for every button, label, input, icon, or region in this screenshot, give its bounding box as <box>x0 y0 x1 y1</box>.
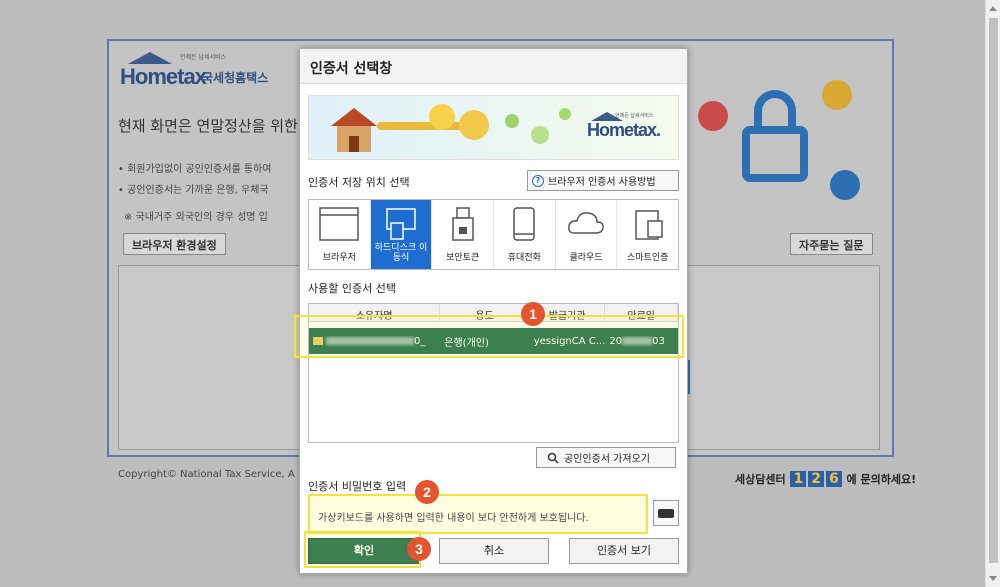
scroll-down-arrow-icon[interactable] <box>989 576 997 581</box>
cert-section-label: 사용할 인증서 선택 <box>308 282 396 295</box>
user-icon <box>822 80 852 110</box>
step-marker: 3 <box>407 537 431 561</box>
password-label: 인증서 비밀번호 입력 <box>308 480 407 493</box>
storage-option-label: 하드디스크 이동식 <box>374 243 428 263</box>
dialog-title: 인증서 선택창 <box>300 49 687 84</box>
search-icon <box>547 452 559 464</box>
faq-button[interactable]: 자주묻는 질문 <box>790 233 873 255</box>
call-number-digit: 1 <box>790 471 807 487</box>
storage-option-label: 클라우드 <box>569 253 603 263</box>
help-button-label: 브라우저 인증서 사용방법 <box>548 177 656 188</box>
bullet-item: • 공인인증서는 가까운 은행, 우체국 <box>118 185 269 196</box>
leaf-icon <box>505 114 519 128</box>
call-center-prefix: 세상담센터 <box>735 473 786 486</box>
certificate-dialog: 인증서 선택창 언제든 납세서비스 Hometax. 인증서 저장 위치 선택 … <box>299 48 688 574</box>
storage-option-label: 브라우저 <box>322 253 356 263</box>
logo-korean: 국세청홈택스 <box>202 71 269 85</box>
house-icon <box>331 108 377 152</box>
storage-option-smart-auth[interactable]: 스마트인증 <box>617 200 679 269</box>
browser-icon <box>319 207 360 241</box>
bullet-note: ※ 국내거주 외국인의 경우 성명 입 <box>124 212 268 223</box>
cancel-button[interactable]: 취소 <box>439 538 549 564</box>
browser-cert-help-button[interactable]: ? 브라우저 인증서 사용방법 <box>527 170 679 191</box>
unlock-illustration-icon <box>740 90 810 182</box>
lock-icon <box>830 170 860 200</box>
scroll-up-arrow-icon[interactable] <box>989 6 997 11</box>
leaf-icon <box>559 108 571 120</box>
usb-drive-icon <box>386 208 416 240</box>
banner-tagline: 언제든 납세서비스 <box>615 113 654 119</box>
highlight-cert-row <box>294 315 684 358</box>
storage-option-label: 보안토큰 <box>446 253 480 263</box>
bullet-item: • 회원가입없이 공인인증서를 통하여 <box>118 164 272 175</box>
step-marker: 1 <box>521 302 545 326</box>
scroll-thumb[interactable] <box>989 18 998 563</box>
storage-option-label: 휴대전화 <box>507 253 541 263</box>
storage-section-label: 인증서 저장 위치 선택 <box>308 176 410 189</box>
security-token-icon <box>451 207 474 241</box>
smart-auth-icon <box>634 210 663 240</box>
highlight-confirm <box>304 531 421 568</box>
password-input[interactable]: 가상키보드를 사용하면 입력한 내용이 보다 안전하게 보호됩니다. <box>308 494 648 534</box>
cloud-icon <box>568 212 604 234</box>
storage-option-label: 스마트인증 <box>626 253 669 263</box>
leaf-icon <box>531 126 549 144</box>
logo-tagline: 언제든 납세서비스 <box>180 54 227 61</box>
logo-roof-icon <box>128 52 172 64</box>
key-icon <box>377 122 467 130</box>
virtual-keyboard-button[interactable] <box>653 500 679 526</box>
mobile-phone-icon <box>513 207 536 241</box>
clock-icon <box>698 101 728 131</box>
flower-icon <box>429 104 455 130</box>
import-button-label: 공인인증서 가져오기 <box>564 454 650 465</box>
page-headline: 현재 화면은 연말정산을 위한 ... <box>118 117 317 135</box>
logo-word: Hometax <box>120 64 207 89</box>
hometax-logo: 언제든 납세서비스 Hometax 국세청홈택스 <box>120 52 300 92</box>
call-center-suffix: 에 문의하세요! <box>846 473 917 486</box>
hometax-banner: 언제든 납세서비스 Hometax. <box>308 95 679 160</box>
storage-option-browser[interactable]: 브라우저 <box>309 200 371 269</box>
copyright-text: Copyright© National Tax Service, A <box>118 469 295 480</box>
keyboard-icon <box>658 509 674 518</box>
question-icon: ? <box>532 174 544 187</box>
view-certificate-button[interactable]: 인증서 보기 <box>569 538 679 564</box>
storage-options: 브라우저 하드디스크 이동식 보안토큰 휴대전화 클라우드 스마트인증 <box>308 199 679 270</box>
step-marker: 2 <box>415 480 439 504</box>
storage-option-security-token[interactable]: 보안토큰 <box>432 200 495 269</box>
banner-logo: 언제든 납세서비스 Hometax. <box>587 110 677 146</box>
call-number-digit: 2 <box>808 471 824 487</box>
storage-option-mobile[interactable]: 휴대전화 <box>494 200 556 269</box>
import-certificate-button[interactable]: 공인인증서 가져오기 <box>536 447 676 468</box>
banner-logo-word: Hometax. <box>587 120 661 140</box>
storage-option-hard-disk[interactable]: 하드디스크 이동식 <box>370 200 433 269</box>
browser-settings-button[interactable]: 브라우저 환경설정 <box>123 233 226 255</box>
storage-option-cloud[interactable]: 클라우드 <box>555 200 618 269</box>
page-scrollbar[interactable] <box>985 0 1000 587</box>
call-number-digit: 6 <box>825 471 842 487</box>
call-center-text: 세상담센터 126 에 문의하세요! <box>735 471 916 487</box>
